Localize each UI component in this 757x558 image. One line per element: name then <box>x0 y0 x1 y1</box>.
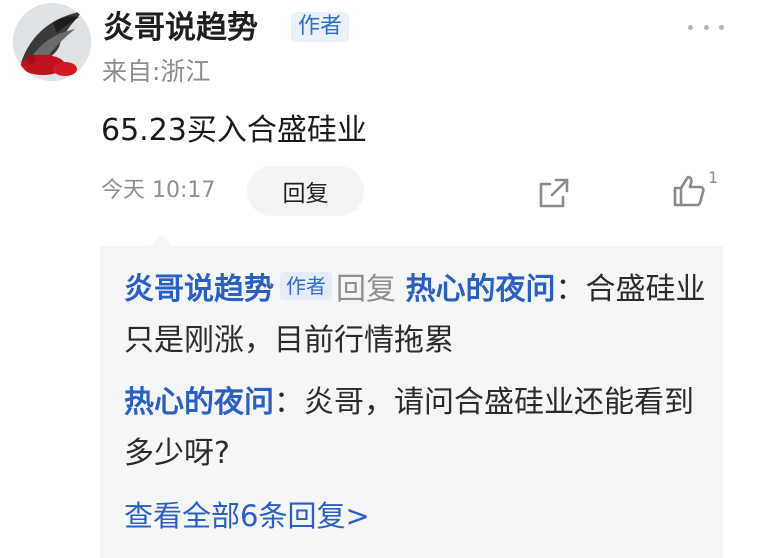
like-button[interactable]: 1 <box>672 168 722 212</box>
dot <box>719 24 724 30</box>
reply-author[interactable]: 热心的夜问 <box>124 385 274 420</box>
like-count: 1 <box>708 168 719 187</box>
thumbs-up-icon <box>673 175 705 207</box>
post-timestamp: 今天 10:17 <box>101 178 216 203</box>
reply-button[interactable]: 回复 <box>247 166 364 216</box>
avatar[interactable] <box>13 3 91 81</box>
location-label: 来自:浙江 <box>102 57 211 86</box>
dot <box>703 24 709 30</box>
reply-verb: 回复 <box>336 272 396 307</box>
reply-item[interactable]: 热心的夜问：炎哥，请问合盛硅业还能看到多少呀? <box>124 377 714 479</box>
reply-target[interactable]: 热心的夜问 <box>406 272 556 307</box>
post-content: 65.23买入合盛硅业 <box>101 113 367 148</box>
reply-author[interactable]: 炎哥说趋势 <box>124 272 274 307</box>
more-dots-icon[interactable] <box>688 16 724 38</box>
reply-item[interactable]: 炎哥说趋势 作者 回复 热心的夜问：合盛硅业只是刚涨，目前行情拖累 <box>124 264 714 366</box>
author-badge: 作者 <box>291 12 350 42</box>
username[interactable]: 炎哥说趋势 <box>103 8 258 48</box>
dot <box>688 24 693 30</box>
reply-colon: ： <box>555 272 586 307</box>
avatar-image <box>13 3 91 81</box>
share-icon[interactable] <box>536 175 572 211</box>
view-all-replies-link[interactable]: 查看全部6条回复> <box>124 496 370 536</box>
replies-panel: 炎哥说趋势 作者 回复 热心的夜问：合盛硅业只是刚涨，目前行情拖累 热心的夜问：炎哥… <box>100 246 723 558</box>
reply-colon: ： <box>274 385 304 420</box>
author-badge: 作者 <box>280 272 332 300</box>
